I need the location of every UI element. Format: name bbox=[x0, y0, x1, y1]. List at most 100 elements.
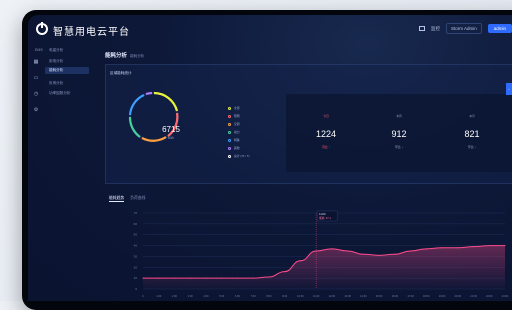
x-tick-label: 20:00 bbox=[455, 294, 462, 298]
nav-menu: EMS 电量分析 用电分析 能耗分析 负荷分析 功率因数分析 bbox=[35, 43, 97, 301]
x-tick-label: 1:00 bbox=[156, 294, 162, 298]
legend-label: 其他 bbox=[234, 146, 240, 150]
ring-total-value: 6715 bbox=[162, 125, 180, 134]
legend-item[interactable]: 总计 (T1 / T) bbox=[228, 152, 250, 160]
y-tick-label: 40 bbox=[134, 244, 138, 248]
expand-icon[interactable]: › bbox=[506, 83, 512, 95]
user-button[interactable]: admin bbox=[487, 24, 512, 33]
y-tick-label: 0 bbox=[135, 287, 137, 291]
x-tick-label: 0 bbox=[142, 294, 144, 298]
x-tick-label: 19:00 bbox=[439, 294, 446, 298]
legend-label: 照明 bbox=[234, 114, 240, 118]
stat-value: 912 bbox=[391, 129, 407, 139]
x-tick-label: 2:00 bbox=[172, 294, 178, 298]
stat-label: 今日 bbox=[323, 114, 329, 118]
x-tick-label: 22:00 bbox=[486, 294, 493, 298]
y-tick-label: 50 bbox=[134, 233, 138, 237]
stat-change: 环比 ↓ bbox=[468, 145, 476, 149]
x-tick-label: 16:00 bbox=[392, 294, 399, 298]
monitor-icon[interactable] bbox=[418, 26, 425, 31]
trend-tabs: 能耗趋势 负荷曲线 bbox=[109, 196, 145, 202]
legend-label: 动力 bbox=[234, 130, 240, 134]
ring-seg bbox=[145, 91, 153, 96]
legend-item[interactable]: 特殊 bbox=[228, 136, 250, 144]
x-tick-label: 12:00 bbox=[329, 294, 336, 298]
ring-unit: kWh bbox=[167, 136, 175, 140]
ring-seg bbox=[128, 93, 145, 116]
page-title-text: 能耗分析 bbox=[105, 53, 128, 59]
stat-change: 环比 ↓ bbox=[395, 145, 403, 149]
y-tick-label: 30 bbox=[134, 254, 138, 258]
x-tick-label: 17:00 bbox=[407, 294, 414, 298]
x-tick-label: 7:00 bbox=[251, 294, 257, 298]
x-tick-label: 4:00 bbox=[203, 294, 209, 298]
x-tick-label: 15:00 bbox=[376, 294, 383, 298]
nav-item[interactable]: 负荷分析 bbox=[49, 81, 63, 86]
nav-group[interactable]: 电量分析 bbox=[49, 48, 63, 53]
y-tick-label: 60 bbox=[134, 222, 138, 226]
grid-icon[interactable]: ▦ bbox=[33, 60, 39, 65]
legend-item[interactable]: 空调 bbox=[228, 120, 250, 128]
ring-legend: 全部 照明 空调 动力 特殊 其他 总计 (T1 / T) bbox=[228, 104, 250, 160]
trend-chart: 0 10 20 30 40 50 60 70 0 1:00 2:00 3:00 4:00 5:00 6:0… bbox=[134, 210, 509, 298]
panel-title: 区域能耗统计 bbox=[110, 71, 132, 75]
tab-energy-trend[interactable]: 能耗趋势 bbox=[109, 196, 125, 202]
top-bar: 智慧用电云平台 监控 Storm Admin admin bbox=[28, 15, 512, 43]
tooltip-text: 11:00 bbox=[319, 212, 326, 216]
legend-item[interactable]: 全部 bbox=[228, 104, 250, 112]
app-title: 智慧用电云平台 bbox=[53, 27, 130, 38]
y-tick-label: 20 bbox=[134, 265, 138, 269]
x-tick-label: 9:00 bbox=[282, 294, 288, 298]
top-right-controls: 监控 Storm Admin admin bbox=[418, 23, 512, 34]
legend-label: 特殊 bbox=[234, 138, 240, 142]
legend-dot bbox=[228, 146, 231, 150]
x-tick-label: 21:00 bbox=[470, 294, 477, 298]
x-tick-label: 13:00 bbox=[344, 294, 351, 298]
legend-item[interactable]: 照明 bbox=[228, 112, 250, 120]
monitor-label[interactable]: 监控 bbox=[431, 26, 440, 32]
x-tick-label: 18:00 bbox=[423, 294, 430, 298]
nav-item[interactable]: 用电分析 bbox=[49, 59, 63, 64]
stat-label: 本周 bbox=[396, 114, 402, 118]
x-tick-label: 11:00 bbox=[313, 294, 320, 298]
x-tick-label: 6:00 bbox=[235, 294, 241, 298]
legend-dot bbox=[228, 154, 231, 158]
stats-box: 今日 1224 同比 ↑ 本周 912 环比 ↓ 本月 821 环比 ↓ bbox=[286, 94, 512, 172]
x-tick-label: 14:00 bbox=[360, 294, 367, 298]
legend-label: 空调 bbox=[234, 122, 240, 126]
stat-label: 本月 bbox=[469, 114, 475, 118]
area-select[interactable]: Storm Admin bbox=[445, 23, 482, 34]
stat-change: 同比 ↑ bbox=[322, 145, 330, 149]
legend-dot bbox=[228, 130, 231, 134]
stat-value: 821 bbox=[464, 129, 480, 139]
stat-value: 1224 bbox=[315, 129, 337, 139]
nav-item[interactable]: 功率因数分析 bbox=[49, 91, 71, 96]
legend-label: 总计 (T1 / T) bbox=[234, 154, 250, 158]
legend-item[interactable]: 动力 bbox=[228, 128, 250, 136]
clock-icon[interactable]: ◷ bbox=[33, 92, 39, 97]
power-logo-icon bbox=[36, 22, 48, 35]
legend-dot bbox=[228, 138, 231, 142]
tab-load-curve[interactable]: 负荷曲线 bbox=[130, 196, 145, 202]
legend-label: 全部 bbox=[234, 106, 240, 110]
chart-y-ticks: 0 10 20 30 40 50 60 70 bbox=[134, 211, 138, 291]
page-subtitle: 能耗分析 bbox=[130, 54, 145, 58]
chart-x-ticks: 0 1:00 2:00 3:00 4:00 5:00 6:00 7:00 8:00 9:00 10:… bbox=[142, 294, 509, 298]
monitor-icon[interactable]: ▭ bbox=[33, 76, 39, 81]
y-tick-label: 70 bbox=[134, 211, 138, 215]
tooltip-text: 能耗: 37.1 bbox=[319, 216, 331, 220]
summary-panel: 区域能耗统计 6715 kWh 全部 照明 空调 动力 特殊 其他 总计 (T1… bbox=[105, 64, 512, 184]
nav-section: EMS bbox=[35, 48, 43, 52]
legend-dot bbox=[228, 106, 231, 110]
x-tick-label: 10:00 bbox=[297, 294, 304, 298]
legend-dot bbox=[228, 122, 231, 126]
app-screen: 智慧用电云平台 监控 Storm Admin admin ▦ ▭ ◷ ⚙ EMS… bbox=[28, 15, 512, 301]
x-tick-label: 23:00 bbox=[502, 294, 509, 298]
x-tick-label: 5:00 bbox=[219, 294, 225, 298]
nav-item-active[interactable]: 能耗分析 bbox=[45, 67, 89, 74]
y-tick-label: 10 bbox=[134, 276, 138, 280]
legend-item[interactable]: 其他 bbox=[228, 144, 250, 152]
icon-sidebar: ▦ ▭ ◷ ⚙ bbox=[28, 43, 44, 301]
settings-icon[interactable]: ⚙ bbox=[33, 108, 39, 113]
legend-dot bbox=[228, 114, 231, 118]
